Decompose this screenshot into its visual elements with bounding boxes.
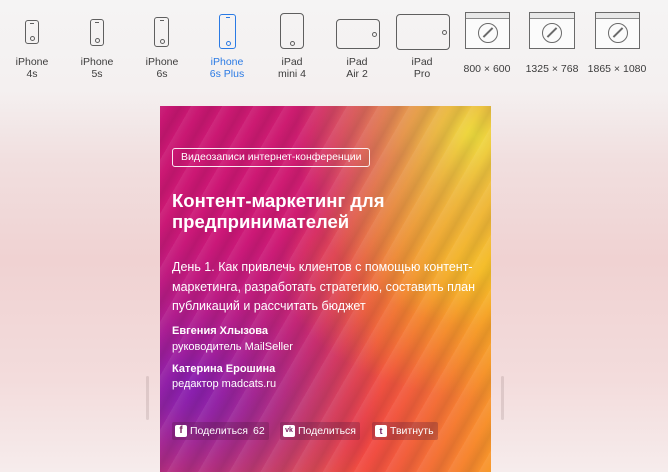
page-title: Контент-маркетинг для предпринимателей (172, 190, 385, 232)
vk-share-button[interactable]: vk Поделиться (280, 422, 360, 440)
share-label: Поделиться (298, 425, 356, 437)
browser-window-icon (520, 12, 584, 52)
browser-window-icon (585, 12, 649, 52)
tablet-icon (260, 12, 324, 52)
phone-icon (0, 12, 64, 52)
tablet-icon (390, 12, 454, 52)
vk-icon: vk (283, 425, 295, 437)
compass-icon (477, 23, 498, 43)
facebook-icon: f (175, 425, 187, 437)
phone-icon (195, 12, 259, 52)
author-role: редактор madcats.ru (172, 378, 277, 390)
share-label: Твитнуть (390, 425, 434, 437)
compass-icon (542, 23, 562, 43)
share-count: 62 (252, 425, 265, 437)
share-label: Поделиться (190, 425, 248, 437)
device-label-line1: 1865 × 1080 (587, 63, 647, 75)
author-name: Евгения Хлызова (172, 325, 269, 337)
facebook-share-button[interactable]: f Поделиться 62 (172, 422, 269, 440)
resize-handle-right[interactable] (501, 376, 504, 420)
compass-icon (607, 23, 628, 43)
author-name: Катерина Ерошина (172, 363, 276, 375)
tablet-icon (325, 12, 389, 52)
author-role: руководитель MailSeller (172, 341, 293, 353)
page-preview: Видеозаписи интернет-конференции Контент… (160, 106, 491, 472)
twitter-icon: t (375, 425, 387, 437)
browser-window-icon (455, 12, 519, 52)
twitter-share-button[interactable]: t Твитнуть (372, 422, 438, 440)
page-description: День 1. Как привлечь клиентов с помощью … (172, 260, 476, 313)
conference-tag: Видеозаписи интернет-конференции (172, 148, 371, 167)
phone-icon (130, 12, 194, 52)
device-toolbar: iPhone 4s iPhone 5s iPhone 6s iPhone 6s Plus… (0, 0, 668, 95)
phone-icon (65, 12, 129, 52)
resize-handle-left[interactable] (146, 376, 149, 420)
